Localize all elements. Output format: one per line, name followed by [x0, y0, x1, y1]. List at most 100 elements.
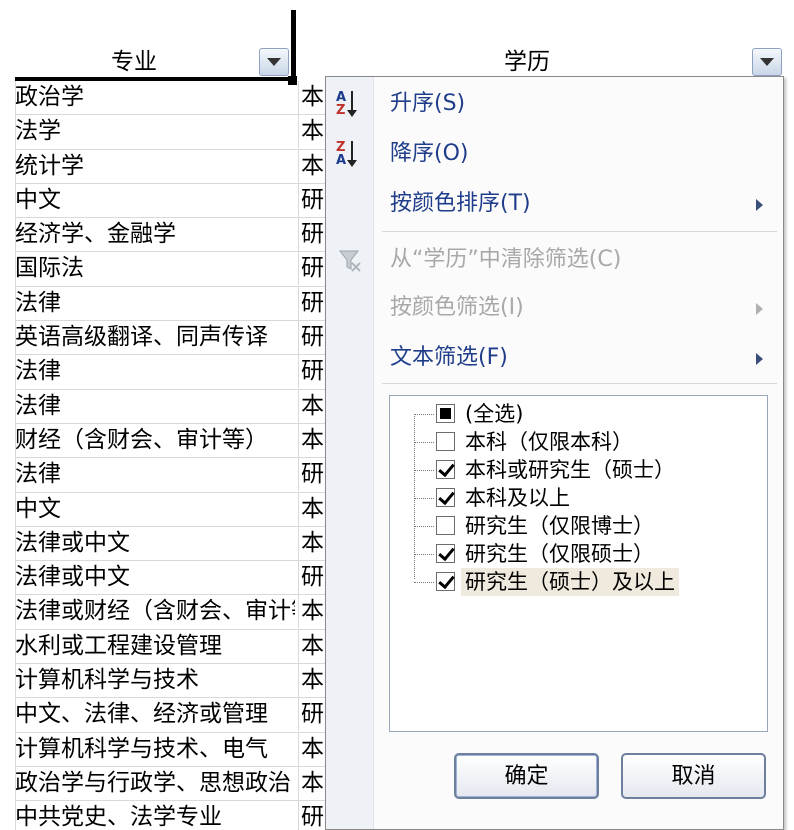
menu-separator	[382, 383, 777, 384]
cell-major[interactable]: 中文	[15, 184, 295, 217]
cell-major[interactable]: 水利或工程建设管理	[15, 630, 295, 663]
cell-education[interactable]: 本	[298, 732, 328, 766]
menu-item-text-filter[interactable]: 文本筛选(F)	[326, 335, 783, 381]
menu-item-label: 降序(O)	[390, 141, 469, 166]
menu-item-sort-by-color[interactable]: 按颜色排序(T)	[326, 181, 783, 227]
tree-connector	[414, 582, 434, 583]
filter-checkbox[interactable]	[436, 488, 455, 507]
table-row[interactable]: 中文、法律、经济或管理研	[15, 698, 335, 733]
cell-education[interactable]: 研	[298, 218, 328, 252]
filter-list-item[interactable]: 研究生（仅限博士）	[414, 512, 744, 540]
filter-checkbox[interactable]	[436, 460, 455, 479]
cell-education[interactable]: 本	[298, 389, 328, 423]
cell-education[interactable]: 研	[298, 355, 328, 389]
cell-education[interactable]: 研	[298, 458, 328, 492]
table-row[interactable]: 中文本	[15, 492, 335, 527]
cell-major[interactable]: 法律或中文	[15, 527, 295, 560]
filter-checkbox[interactable]	[436, 544, 455, 563]
filter-list-item[interactable]: 本科或研究生（硕士）	[414, 456, 744, 484]
tree-connector	[414, 498, 434, 499]
cell-major[interactable]: 法律	[15, 355, 295, 388]
filter-list-item[interactable]: 研究生（硕士）及以上	[414, 568, 744, 596]
cell-major[interactable]: 计算机科学与技术、电气	[15, 733, 295, 766]
cell-education[interactable]: 本	[298, 81, 328, 114]
cell-major[interactable]: 政治学	[15, 81, 295, 114]
cell-education[interactable]: 研	[298, 321, 328, 355]
table-row[interactable]: 法律研	[15, 458, 335, 493]
menu-item-sort-descending[interactable]: ZA 降序(O)	[326, 131, 783, 177]
cell-education[interactable]: 本	[298, 423, 328, 457]
cell-education[interactable]: 本	[298, 492, 328, 526]
table-row[interactable]: 中共党史、法学专业研	[15, 801, 335, 830]
column-header-major-label: 专业	[111, 49, 157, 75]
menu-item-filter-by-color[interactable]: 按颜色筛选(I)	[326, 285, 783, 331]
cancel-button[interactable]: 取消	[621, 753, 766, 799]
table-row[interactable]: 统计学本	[15, 149, 335, 184]
cell-education[interactable]: 研	[298, 183, 328, 217]
cell-education[interactable]: 研	[298, 698, 328, 732]
cell-education[interactable]: 本	[298, 526, 328, 560]
column-header-education[interactable]: 学历	[300, 44, 794, 80]
tree-connector	[414, 554, 434, 555]
tree-connector	[414, 526, 434, 527]
ok-button[interactable]: 确定	[454, 753, 599, 799]
filter-dropdown-button-major[interactable]	[259, 48, 289, 76]
cell-major[interactable]: 法律或财经（含财会、审计等）	[15, 595, 295, 628]
cell-education[interactable]: 本	[298, 629, 328, 663]
cell-major[interactable]: 中文	[15, 493, 295, 526]
cell-major[interactable]: 统计学	[15, 150, 295, 183]
table-row[interactable]: 国际法研	[15, 252, 335, 287]
filter-list-item[interactable]: 本科（仅限本科）	[414, 428, 744, 456]
table-row[interactable]: 英语高级翻译、同声传译研	[15, 321, 335, 356]
cell-education[interactable]: 研	[298, 286, 328, 320]
table-row[interactable]: 政治学与行政学、思想政治本	[15, 766, 335, 802]
filter-checkbox[interactable]	[436, 572, 455, 591]
cell-major[interactable]: 政治学与行政学、思想政治	[15, 767, 295, 800]
table-row[interactable]: 法律或中文研	[15, 561, 335, 596]
table-row[interactable]: 法律或财经（含财会、审计等）本	[15, 595, 335, 630]
cell-major[interactable]: 中共党史、法学专业	[15, 801, 295, 830]
cell-major[interactable]: 英语高级翻译、同声传译	[15, 321, 295, 354]
table-row[interactable]: 政治学本	[15, 81, 335, 116]
filter-dropdown-button-education[interactable]	[752, 48, 782, 76]
table-row[interactable]: 法律本	[15, 389, 335, 424]
cell-major[interactable]: 中文、法律、经济或管理	[15, 698, 295, 731]
filter-list-item[interactable]: 本科及以上	[414, 484, 744, 512]
cell-major[interactable]: 法律	[15, 287, 295, 320]
table-row[interactable]: 财经（含财会、审计等）本	[15, 423, 335, 459]
table-row[interactable]: 法律研	[15, 355, 335, 390]
cell-major[interactable]: 财经（含财会、审计等）	[15, 424, 295, 457]
cell-major[interactable]: 法学	[15, 115, 295, 148]
table-row[interactable]: 经济学、金融学研	[15, 218, 335, 253]
cell-education[interactable]: 本	[298, 115, 328, 149]
table-row[interactable]: 法律或中文本	[15, 526, 335, 562]
table-row[interactable]: 法律研	[15, 286, 335, 322]
table-row[interactable]: 中文研	[15, 183, 335, 219]
table-row[interactable]: 水利或工程建设管理本	[15, 629, 335, 665]
cell-education[interactable]: 本	[298, 149, 328, 183]
cell-education[interactable]: 本	[298, 664, 328, 698]
filter-list-item[interactable]: 研究生（仅限硕士）	[414, 540, 744, 568]
cell-major[interactable]: 法律	[15, 458, 295, 491]
cell-major[interactable]: 经济学、金融学	[15, 218, 295, 251]
cell-education[interactable]: 研	[298, 252, 328, 286]
cell-education[interactable]: 本	[298, 766, 328, 800]
filter-value-list[interactable]: (全选) 本科（仅限本科） 本科或研究生（硕士） 本科及以上 研究生（仅限博士） 研究生（…	[389, 395, 768, 732]
menu-item-sort-ascending[interactable]: AZ 升序(S)	[326, 81, 783, 127]
cell-education[interactable]: 本	[298, 595, 328, 629]
filter-list-item[interactable]: (全选)	[414, 400, 744, 428]
cell-major[interactable]: 法律	[15, 390, 295, 423]
table-row[interactable]: 法学本	[15, 115, 335, 150]
filter-checkbox[interactable]	[436, 404, 455, 423]
menu-item-clear-filter[interactable]: 从“学历”中清除筛选(C)	[326, 237, 783, 283]
cell-major[interactable]: 计算机科学与技术	[15, 664, 295, 697]
filter-checkbox[interactable]	[436, 432, 455, 451]
column-header-major[interactable]: 专业	[15, 44, 293, 80]
table-row[interactable]: 计算机科学与技术本	[15, 664, 335, 699]
filter-checkbox[interactable]	[436, 516, 455, 535]
table-row[interactable]: 计算机科学与技术、电气本	[15, 732, 335, 767]
cell-major[interactable]: 国际法	[15, 252, 295, 285]
cell-education[interactable]: 研	[298, 561, 328, 595]
cell-education[interactable]: 研	[298, 801, 328, 830]
cell-major[interactable]: 法律或中文	[15, 561, 295, 594]
